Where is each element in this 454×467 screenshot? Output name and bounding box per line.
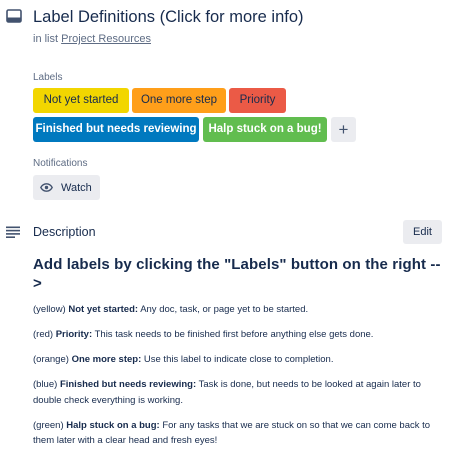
description-body[interactable]: Add labels by clicking the "Labels" butt… — [33, 255, 443, 458]
labels-heading: Labels — [33, 72, 63, 83]
notifications-heading: Notifications — [33, 158, 88, 169]
description-entry: (green) Halp stuck on a bug: For any tas… — [33, 419, 431, 447]
card-icon — [6, 9, 22, 23]
description-heading: Description — [33, 225, 96, 239]
in-list-prefix: in list — [33, 33, 59, 45]
card-title[interactable]: Label Definitions (Click for more info) — [33, 7, 304, 27]
label-finished-but-needs-reviewing[interactable]: Finished but needs reviewing — [33, 117, 199, 142]
label-halp-stuck-on-a-bug[interactable]: Halp stuck on a bug! — [203, 117, 327, 142]
description-title: Add labels by clicking the "Labels" butt… — [33, 256, 441, 292]
description-lines-icon — [6, 226, 20, 238]
edit-description-button[interactable]: Edit — [403, 220, 442, 244]
eye-icon — [40, 183, 53, 192]
add-label-button[interactable]: + — [331, 117, 356, 142]
list-link[interactable]: Project Resources — [61, 33, 151, 45]
card-list-info: in list Project Resources — [33, 33, 151, 45]
card-detail-panel: Label Definitions (Click for more info) … — [0, 0, 454, 467]
watch-button[interactable]: Watch — [33, 175, 100, 200]
plus-icon: + — [338, 119, 349, 139]
label-one-more-step[interactable]: One more step — [132, 88, 226, 113]
label-not-yet-started[interactable]: Not yet started — [33, 88, 129, 113]
description-entry: (red) Priority: This task needs to be fi… — [33, 329, 374, 340]
watch-label: Watch — [61, 181, 92, 194]
description-entry: (blue) Finished but needs reviewing: Tas… — [33, 379, 421, 406]
label-priority[interactable]: Priority — [229, 88, 286, 113]
description-entry: (orange) One more step: Use this label t… — [33, 354, 334, 365]
description-entry: (yellow) Not yet started: Any doc, task,… — [33, 304, 309, 315]
